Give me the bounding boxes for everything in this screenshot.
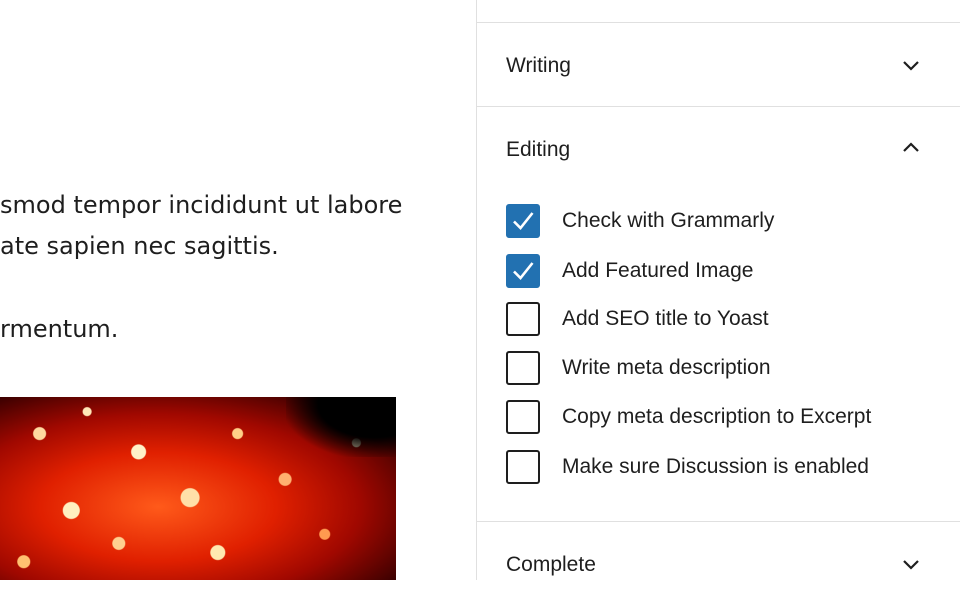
editing-section-toggle[interactable]: Editing <box>477 107 960 191</box>
checklist-item-label: Add SEO title to Yoast <box>562 307 769 330</box>
settings-sidebar: Writing Editing Check with Grammarly Add… <box>476 0 960 580</box>
checklist-item-label: Copy meta description to Excerpt <box>562 405 872 428</box>
checklist-item[interactable]: Make sure Discussion is enabled <box>506 448 946 484</box>
chevron-down-icon <box>902 56 920 74</box>
checklist-item[interactable]: Add SEO title to Yoast <box>506 300 946 336</box>
checklist-item[interactable]: Write meta description <box>506 349 946 385</box>
section-title: Writing <box>506 54 571 77</box>
checkbox-unchecked[interactable] <box>506 400 540 434</box>
checkmark-icon <box>513 262 534 280</box>
paragraph-block[interactable]: rmentum. <box>0 309 118 350</box>
panel-complete: Complete <box>477 521 960 581</box>
checklist-item-label: Write meta description <box>562 356 771 379</box>
paragraph-block[interactable]: smod tempor incididunt ut labore ate sap… <box>0 185 402 267</box>
chevron-down-icon <box>902 555 920 573</box>
checkmark-icon <box>513 212 534 230</box>
checkbox-checked[interactable] <box>506 204 540 238</box>
checklist-item[interactable]: Add Featured Image <box>506 252 946 288</box>
section-title: Complete <box>506 553 596 576</box>
image-block[interactable] <box>0 397 396 580</box>
panel-writing: Writing <box>477 22 960 107</box>
complete-section-toggle[interactable]: Complete <box>477 522 960 606</box>
writing-section-toggle[interactable]: Writing <box>477 23 960 107</box>
post-editor-canvas[interactable]: smod tempor incididunt ut labore ate sap… <box>0 0 476 580</box>
checkbox-checked[interactable] <box>506 254 540 288</box>
checklist-item[interactable]: Copy meta description to Excerpt <box>506 398 946 434</box>
section-title: Editing <box>506 138 571 161</box>
checklist-item-label: Check with Grammarly <box>562 209 775 232</box>
checkbox-unchecked[interactable] <box>506 450 540 484</box>
checklist-item-label: Add Featured Image <box>562 259 754 282</box>
checklist-item-label: Make sure Discussion is enabled <box>562 455 869 478</box>
checkbox-unchecked[interactable] <box>506 302 540 336</box>
chevron-up-icon <box>902 139 920 157</box>
checklist-item[interactable]: Check with Grammarly <box>506 202 946 238</box>
panel-editing: Editing Check with Grammarly Add Feature… <box>477 106 960 522</box>
checkbox-unchecked[interactable] <box>506 351 540 385</box>
